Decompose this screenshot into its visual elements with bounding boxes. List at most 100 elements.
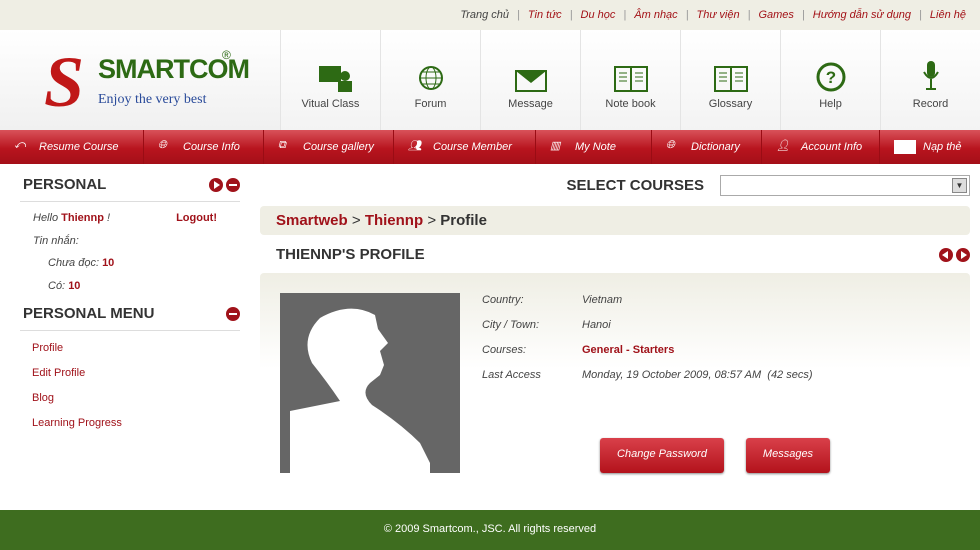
logo-tagline: Enjoy the very best	[98, 92, 207, 107]
account-info-button[interactable]: 👤︎ Account Info	[762, 130, 880, 164]
top-up-button[interactable]: Nạp thẻ	[880, 130, 980, 164]
forum-button[interactable]: Forum	[380, 30, 480, 130]
messages-label: Tin nhắn:	[33, 234, 79, 247]
expand-icon[interactable]	[209, 178, 223, 193]
messages-button[interactable]: Messages	[746, 438, 830, 473]
breadcrumb: Smartweb > Thiennp > Profile	[260, 206, 970, 235]
virtual-class-button[interactable]: Vitual Class	[280, 30, 380, 130]
sidebar: PERSONAL Hello Thiennp ! Logout! Tin nhắn…	[20, 172, 240, 436]
message-button[interactable]: Message	[480, 30, 580, 130]
collapse-icon[interactable]	[226, 178, 240, 193]
select-courses-label: SELECT COURSES	[566, 177, 704, 194]
course-select[interactable]: ▼	[720, 175, 970, 196]
logout-link[interactable]: Logout!	[176, 207, 217, 230]
personal-header: PERSONAL	[20, 172, 240, 202]
separator: |	[569, 9, 573, 21]
menu-blog[interactable]: Blog	[20, 386, 240, 411]
footer: © 2009 Smartcom., JSC. All rights reserv…	[0, 510, 980, 550]
page-title: THIENNP'S PROFILE	[276, 245, 425, 263]
section-title: PERSONAL	[23, 176, 107, 193]
separator: |	[517, 9, 520, 21]
glossary-button[interactable]: Glossary	[680, 30, 780, 130]
resume-icon: ⤺	[14, 139, 26, 151]
top-nav: Trang chủ | Tin tức | Du học | Âm nhạc | Thư…	[0, 0, 980, 30]
label: Dictionary	[691, 141, 740, 153]
nav-games[interactable]: Games	[758, 9, 793, 21]
separator: |	[685, 9, 689, 21]
menu-learning-progress[interactable]: Learning Progress	[20, 411, 240, 436]
profile-fields: Country: Vietnam City / Town: Hanoi Course…	[482, 293, 813, 393]
field-courses: Courses: General - Starters	[482, 343, 813, 368]
card-icon	[894, 140, 916, 154]
label: Forum	[414, 98, 447, 110]
nav-study-abroad[interactable]: Du học	[581, 9, 616, 21]
unread-count: Chưa đọc: 10	[48, 257, 115, 269]
microphone-icon	[922, 61, 939, 90]
course-info-button[interactable]: 🌐︎ Course Info	[144, 130, 264, 164]
smartcom-logo[interactable]: S SMARTCOM ® Enjoy the very best	[0, 30, 280, 130]
separator: |	[919, 9, 922, 21]
main-content: SELECT COURSES ▼ Smartweb > Thiennp > Pro…	[260, 172, 970, 539]
logo-s-mark: S	[44, 42, 85, 122]
prev-icon[interactable]	[939, 247, 953, 262]
label: Record	[912, 98, 949, 110]
course-member-button[interactable]: 👥︎ Course Member	[394, 130, 536, 164]
notebook-button[interactable]: Note book	[580, 30, 680, 130]
user-icon: 👤︎	[776, 140, 790, 152]
greeting: Hello Thiennp !	[33, 212, 111, 224]
section-title: PERSONAL MENU	[23, 305, 155, 322]
label: Nạp thẻ	[923, 141, 962, 153]
field-last-access: Last Access Monday, 19 October 2009, 08:5…	[482, 369, 813, 381]
dictionary-button[interactable]: 🌐︎ Dictionary	[652, 130, 762, 164]
chevron-down-icon: ▼	[952, 178, 967, 193]
globe-icon	[418, 66, 443, 90]
book-icon	[713, 66, 748, 92]
label: Resume Course	[39, 141, 119, 153]
personal-menu-header: PERSONAL MENU	[20, 301, 240, 331]
course-nav-bar: ⤺ Resume Course 🌐︎ Course Info ⧉ Course gal…	[0, 130, 980, 164]
nav-home[interactable]: Trang chủ	[460, 9, 509, 21]
globe-icon: 🌐︎	[158, 139, 167, 151]
logo-reg: ®	[222, 48, 231, 62]
label: Message	[508, 98, 553, 110]
globe-icon: 🌐︎	[666, 139, 675, 151]
label: Course Member	[433, 141, 512, 153]
my-note-button[interactable]: ▥ My Note	[536, 130, 652, 164]
separator: |	[801, 9, 805, 21]
members-icon: 👥︎	[408, 140, 422, 152]
profile-title-bar: THIENNP'S PROFILE	[260, 243, 970, 265]
breadcrumb-smartweb[interactable]: Smartweb	[276, 212, 348, 229]
username: Thiennp	[61, 212, 104, 224]
virtual-class-icon	[318, 66, 352, 92]
help-button[interactable]: ? Help	[780, 30, 880, 130]
field-city: City / Town: Hanoi	[482, 319, 611, 331]
breadcrumb-current: Profile	[440, 212, 487, 229]
label: Note book	[605, 98, 656, 110]
header: S SMARTCOM ® Enjoy the very best Vitual …	[0, 30, 980, 130]
menu-edit-profile[interactable]: Edit Profile	[20, 361, 240, 386]
label: Account Info	[801, 141, 863, 153]
select-courses: SELECT COURSES ▼	[260, 172, 970, 199]
resume-course-button[interactable]: ⤺ Resume Course	[0, 130, 144, 164]
nav-music[interactable]: Âm nhạc	[634, 9, 677, 21]
menu-profile[interactable]: Profile	[20, 336, 240, 361]
record-button[interactable]: Record	[880, 30, 980, 130]
course-link[interactable]: General - Starters	[582, 343, 674, 368]
nav-news[interactable]: Tin tức	[528, 9, 562, 21]
change-password-button[interactable]: Change Password	[600, 438, 724, 473]
course-gallery-button[interactable]: ⧉ Course gallery	[264, 130, 394, 164]
book-icon	[613, 66, 648, 92]
breadcrumb-user[interactable]: Thiennp	[365, 212, 423, 229]
label: My Note	[575, 141, 616, 153]
gallery-icon: ⧉	[278, 139, 286, 151]
next-icon[interactable]	[956, 247, 970, 262]
collapse-icon[interactable]	[226, 306, 240, 321]
label: Course Info	[183, 141, 240, 153]
label: Vitual Class	[301, 98, 360, 110]
nav-guide[interactable]: Hướng dẫn sử dụng	[813, 9, 911, 21]
nav-contact[interactable]: Liên hệ	[930, 9, 966, 21]
nav-library[interactable]: Thư viện	[697, 9, 740, 21]
personal-menu: Profile Edit Profile Blog Learning Progr…	[20, 331, 240, 436]
svg-text:?: ?	[825, 68, 835, 87]
separator: |	[747, 9, 751, 21]
